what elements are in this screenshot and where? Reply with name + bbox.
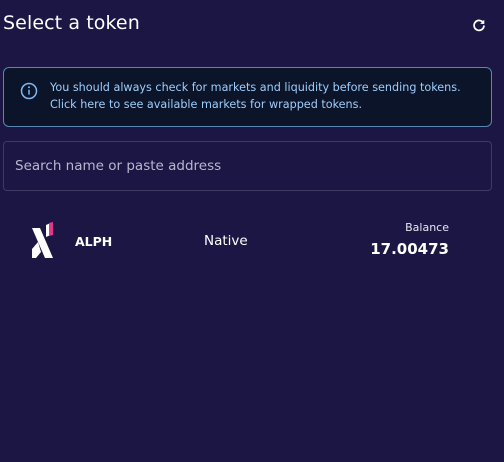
token-type: Native (204, 233, 248, 249)
notice-message: You should always check for markets and … (50, 81, 461, 94)
page-title: Select a token (3, 12, 140, 34)
alephium-logo-icon (32, 222, 53, 258)
header: Select a token (0, 0, 504, 48)
token-symbol: ALPH (75, 234, 113, 249)
refresh-icon (473, 19, 485, 32)
markets-notice: You should always check for markets and … (3, 67, 492, 127)
refresh-button[interactable] (468, 14, 490, 36)
token-select-panel: Select a token You should always check f… (0, 0, 504, 462)
token-row-alph[interactable]: ALPH Native Balance 17.00473 (0, 212, 504, 268)
info-icon (20, 82, 38, 100)
balance-label: Balance (405, 221, 449, 234)
search-input[interactable] (4, 142, 491, 190)
search-box (3, 141, 492, 191)
wrapped-markets-link[interactable]: Click here to see available markets for … (50, 98, 362, 111)
balance-value: 17.00473 (370, 240, 449, 258)
